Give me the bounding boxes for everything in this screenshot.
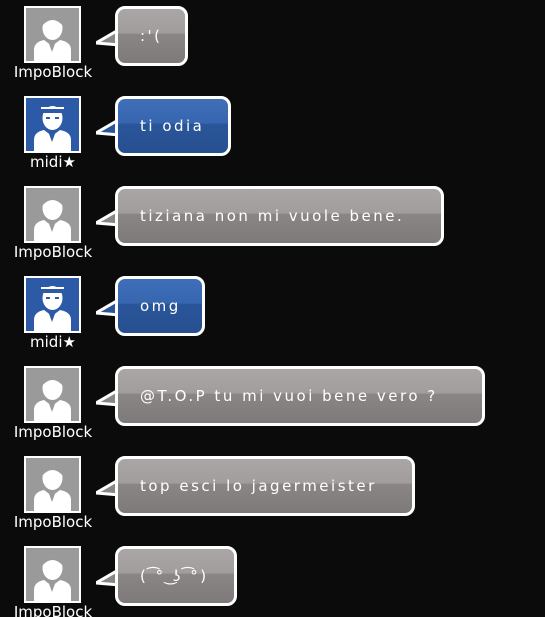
- chat-message: ImpoBlock :'(: [0, 6, 545, 96]
- user-avatar-icon[interactable]: [24, 6, 81, 63]
- user-avatar-icon[interactable]: [24, 96, 81, 153]
- username[interactable]: midi★: [10, 334, 96, 350]
- username[interactable]: midi★: [10, 154, 96, 170]
- user-avatar-icon[interactable]: [24, 366, 81, 423]
- message-bubble: ( ͡° ͜ʖ ͡°): [115, 546, 237, 606]
- username[interactable]: ImpoBlock: [10, 244, 96, 260]
- chat-message: midi★ omg: [0, 276, 545, 366]
- chat-message: ImpoBlock @T.O.P tu mi vuoi bene vero ?: [0, 366, 545, 456]
- chat-message: ImpoBlock tiziana non mi vuole bene.: [0, 186, 545, 276]
- user-avatar-icon[interactable]: [24, 276, 81, 333]
- chat-log: ImpoBlock :'( midi★ ti odia ImpoBlock ti…: [0, 0, 545, 617]
- username[interactable]: ImpoBlock: [10, 424, 96, 440]
- chat-message: ImpoBlock ( ͡° ͜ʖ ͡°): [0, 546, 545, 617]
- message-bubble: tiziana non mi vuole bene.: [115, 186, 444, 246]
- username[interactable]: ImpoBlock: [10, 514, 96, 530]
- message-bubble: top esci lo jagermeister: [115, 456, 415, 516]
- message-bubble: omg: [115, 276, 205, 336]
- message-bubble: ti odia: [115, 96, 231, 156]
- user-avatar-icon[interactable]: [24, 546, 81, 603]
- user-avatar-icon[interactable]: [24, 186, 81, 243]
- chat-message: ImpoBlock top esci lo jagermeister: [0, 456, 545, 546]
- username[interactable]: ImpoBlock: [10, 64, 96, 80]
- user-avatar-icon[interactable]: [24, 456, 81, 513]
- username[interactable]: ImpoBlock: [10, 604, 96, 617]
- message-bubble: :'(: [115, 6, 188, 66]
- message-bubble: @T.O.P tu mi vuoi bene vero ?: [115, 366, 485, 426]
- chat-message: midi★ ti odia: [0, 96, 545, 186]
